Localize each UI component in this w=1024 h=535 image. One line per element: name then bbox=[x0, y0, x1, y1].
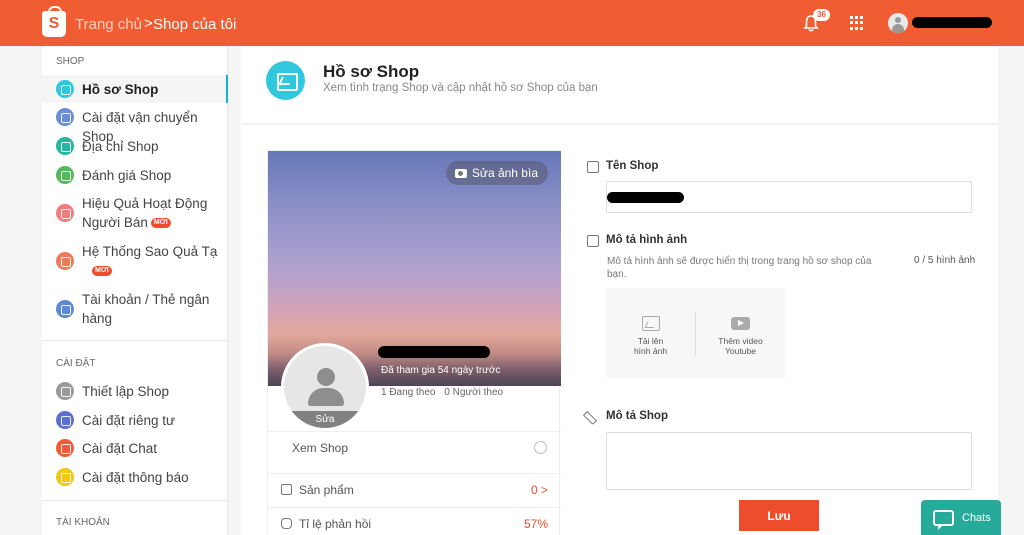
media-hint: Mô tả hình ảnh sẽ được hiển thị trong tr… bbox=[607, 256, 872, 280]
redacted-shop-name-value bbox=[607, 192, 684, 203]
shop-avatar[interactable]: Sửa bbox=[281, 343, 369, 431]
profile-icon bbox=[56, 80, 74, 98]
lightning-icon bbox=[56, 252, 74, 270]
shop-name-icon bbox=[587, 161, 599, 173]
apps-grid-icon[interactable] bbox=[850, 16, 864, 30]
sidebar-item-shop-setup[interactable]: Thiết lập Shop bbox=[42, 382, 228, 401]
sidebar-item-seller-performance[interactable]: Hiệu Quả Hoạt Động Người Bán MỚI bbox=[42, 194, 228, 232]
products-row[interactable]: Sản phẩm 0 > bbox=[268, 473, 561, 505]
save-button[interactable]: Lưu bbox=[739, 500, 819, 531]
follow-stats: 1 Đang theo 0 Người theo bbox=[381, 387, 503, 398]
youtube-icon bbox=[731, 317, 750, 330]
sidebar-item-address[interactable]: Địa chỉ Shop bbox=[42, 137, 228, 156]
sidebar-item-star-system[interactable]: Hệ Thống Sao Quả Tạ MỚI bbox=[42, 242, 228, 280]
media-label: Mô tả hình ảnh bbox=[606, 234, 688, 246]
top-header: S Trang chủ > Shop của tôi 36 bbox=[0, 0, 1024, 46]
following-count[interactable]: 1 Đang theo bbox=[381, 387, 436, 398]
response-rate-row: Tỉ lệ phản hồi 57% bbox=[268, 507, 561, 535]
sidebar-item-notification-settings[interactable]: Cài đặt thông báo bbox=[42, 468, 228, 487]
sidebar-section-shop: SHOP bbox=[56, 56, 85, 67]
shop-preview-card: Sửa ảnh bìa Đã tham gia 54 ngày trước Sử… bbox=[267, 150, 561, 535]
shop-profile-icon bbox=[266, 61, 305, 100]
followers-count[interactable]: 0 Người theo bbox=[444, 387, 503, 398]
sidebar-divider bbox=[42, 500, 228, 501]
redacted-shop-name bbox=[378, 346, 490, 358]
media-upload-box: Tải lên hình ảnh Thêm video Youtube bbox=[606, 288, 785, 378]
page-subtitle: Xem tình trạng Shop và cập nhật hồ sơ Sh… bbox=[323, 82, 598, 94]
sidebar-section-account: TÀI KHOẢN bbox=[56, 517, 110, 528]
chat-bubble-icon bbox=[281, 518, 292, 529]
sidebar-item-label: Hiệu Quả Hoạt Động Người Bán MỚI bbox=[82, 196, 208, 230]
profile-content: Sửa ảnh bìa Đã tham gia 54 ngày trước Sử… bbox=[241, 125, 998, 535]
sidebar-item-chat-settings[interactable]: Cài đặt Chat bbox=[42, 439, 228, 458]
upload-image-button[interactable]: Tải lên hình ảnh bbox=[606, 316, 695, 356]
description-label: Mô tả Shop bbox=[606, 410, 668, 422]
sidebar-item-privacy[interactable]: Cài đặt riêng tư bbox=[42, 411, 228, 430]
sidebar-item-bank-account[interactable]: Tài khoản / Thẻ ngân hàng bbox=[42, 290, 228, 328]
user-avatar[interactable] bbox=[888, 13, 908, 33]
lock-icon bbox=[56, 411, 74, 429]
sidebar: SHOP Hồ sơ Shop Cài đặt vận chuyển Shop … bbox=[42, 46, 228, 535]
new-badge: MỚI bbox=[92, 266, 112, 277]
bell-icon bbox=[56, 468, 74, 486]
card-icon bbox=[56, 300, 74, 318]
product-box-icon bbox=[281, 484, 292, 495]
add-video-label: Thêm video Youtube bbox=[718, 336, 763, 356]
redacted-username[interactable] bbox=[912, 17, 992, 28]
chart-icon bbox=[56, 204, 74, 222]
products-label: Sản phẩm bbox=[299, 482, 354, 497]
products-value: 0 > bbox=[530, 482, 548, 497]
sidebar-item-label: Thiết lập Shop bbox=[82, 384, 170, 399]
view-shop-label: Xem Shop bbox=[292, 440, 349, 455]
notification-count-badge: 36 bbox=[813, 9, 830, 21]
shop-name-label: Tên Shop bbox=[606, 160, 659, 172]
gear-icon bbox=[56, 382, 74, 400]
camera-icon bbox=[454, 168, 467, 178]
page-header: Hồ sơ Shop Xem tình trạng Shop và cập nh… bbox=[241, 46, 998, 124]
breadcrumb-current: Shop của tôi bbox=[153, 16, 237, 33]
image-placeholder-icon bbox=[641, 316, 660, 331]
breadcrumb-home[interactable]: Trang chủ bbox=[75, 16, 142, 33]
chat-bubble-icon bbox=[933, 509, 954, 530]
breadcrumb-separator: > bbox=[144, 15, 153, 32]
chat-label: Chats bbox=[962, 511, 991, 524]
monitor-icon bbox=[534, 441, 547, 454]
location-icon bbox=[56, 137, 74, 155]
sidebar-item-label: Địa chỉ Shop bbox=[82, 139, 159, 154]
shopee-logo[interactable]: S bbox=[42, 6, 66, 37]
avatar-edit-button[interactable]: Sửa bbox=[284, 411, 366, 428]
sidebar-item-label: Hồ sơ Shop bbox=[82, 82, 159, 97]
sidebar-divider bbox=[42, 340, 228, 341]
sidebar-item-label: Cài đặt Chat bbox=[82, 441, 158, 456]
image-icon bbox=[587, 235, 599, 247]
joined-text: Đã tham gia 54 ngày trước bbox=[381, 365, 501, 376]
shop-name-input[interactable] bbox=[606, 181, 972, 213]
edit-cover-button[interactable]: Sửa ảnh bìa bbox=[445, 161, 548, 185]
sidebar-item-label: Cài đặt riêng tư bbox=[82, 413, 176, 428]
page-title: Hồ sơ Shop bbox=[323, 62, 420, 81]
sidebar-item-label: Đánh giá Shop bbox=[82, 168, 172, 183]
upload-image-label: Tải lên hình ảnh bbox=[633, 336, 668, 356]
pencil-icon bbox=[582, 410, 598, 426]
logo-letter: S bbox=[48, 15, 60, 32]
shop-description-textarea[interactable] bbox=[606, 432, 972, 490]
sidebar-item-label: Hệ Thống Sao Quả Tạ MỚI bbox=[82, 244, 218, 277]
truck-icon bbox=[56, 108, 74, 126]
sidebar-item-label: Cài đặt thông báo bbox=[82, 470, 189, 485]
media-count: 0 / 5 hình ảnh bbox=[914, 255, 976, 266]
view-shop-row[interactable]: Xem Shop bbox=[268, 431, 561, 463]
sidebar-item-label: Tài khoản / Thẻ ngân hàng bbox=[82, 292, 210, 326]
response-rate-value: 57% bbox=[523, 516, 548, 531]
chat-button[interactable]: Chats bbox=[921, 500, 1001, 535]
response-rate-label: Tỉ lệ phản hồi bbox=[299, 516, 372, 531]
chat-icon bbox=[56, 439, 74, 457]
sidebar-item-reviews[interactable]: Đánh giá Shop bbox=[42, 166, 228, 185]
sidebar-item-shop-profile[interactable]: Hồ sơ Shop bbox=[42, 75, 228, 103]
sidebar-section-settings: CÀI ĐẶT bbox=[56, 358, 96, 369]
add-video-button[interactable]: Thêm video Youtube bbox=[696, 316, 785, 356]
new-badge: MỚI bbox=[150, 218, 171, 229]
star-icon bbox=[56, 166, 74, 184]
edit-cover-label: Sửa ảnh bìa bbox=[471, 166, 538, 180]
